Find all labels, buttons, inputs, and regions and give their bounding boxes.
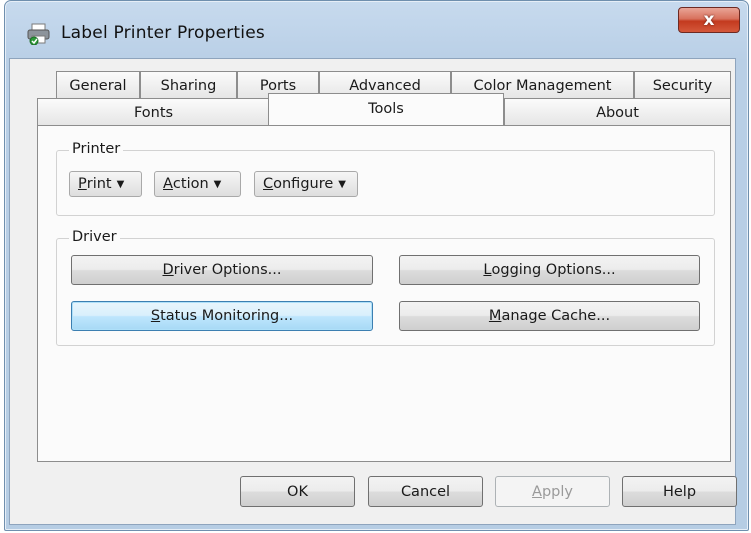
tab-general[interactable]: General (56, 71, 140, 99)
tab-label: Ports (259, 77, 297, 94)
manage-cache-label: anage Cache... (501, 308, 611, 324)
manage-cache-button[interactable]: Manage Cache... (399, 301, 700, 331)
action-menu-mnemonic: A (163, 176, 173, 192)
print-menu-button[interactable]: Print ▼ (69, 171, 142, 197)
cancel-button[interactable]: Cancel (368, 476, 483, 507)
cancel-label: Cancel (400, 483, 451, 500)
apply-button[interactable]: Apply (495, 476, 610, 507)
apply-mnemonic: A (532, 483, 542, 500)
status-monitoring-label: tatus Monitoring... (160, 308, 294, 324)
close-button[interactable]: x (678, 7, 740, 33)
tab-label: General (69, 77, 127, 94)
print-menu-label: rint (86, 176, 112, 192)
ok-label: OK (287, 483, 308, 500)
driver-group-label: Driver (69, 229, 120, 245)
window-title: Label Printer Properties (61, 23, 265, 43)
configure-menu-label: onfigure (273, 176, 334, 192)
driver-group: Driver Driver Options... Logging Options… (56, 229, 715, 346)
manage-cache-mnemonic: M (488, 308, 502, 324)
chevron-down-icon: ▼ (116, 178, 125, 190)
tab-label: Security (652, 77, 713, 94)
chevron-down-icon: ▼ (338, 178, 346, 190)
driver-options-mnemonic: D (162, 262, 174, 278)
logging-options-label: ogging Options... (491, 262, 616, 278)
printer-group: Printer Print ▼ Action ▼ Configure ▼ (56, 141, 715, 216)
logging-options-button[interactable]: Logging Options... (399, 255, 700, 285)
tab-label: Tools (368, 101, 404, 117)
tab-about[interactable]: About (504, 98, 731, 126)
apply-label: pply (541, 483, 573, 500)
configure-menu-button[interactable]: Configure ▼ (254, 171, 358, 197)
printer-group-label: Printer (69, 141, 124, 157)
help-label: Help (662, 483, 697, 500)
tab-tools[interactable]: Tools (268, 93, 504, 125)
tab-sharing[interactable]: Sharing (140, 71, 237, 99)
tab-security[interactable]: Security (634, 71, 731, 99)
driver-options-button[interactable]: Driver Options... (71, 255, 373, 285)
tab-label: Color Management (473, 77, 612, 94)
tab-label: About (596, 104, 639, 121)
status-monitoring-button[interactable]: Status Monitoring... (71, 301, 373, 331)
print-menu-mnemonic: P (78, 176, 87, 192)
title-bar[interactable]: Label Printer Properties x (5, 1, 748, 59)
tab-label: Fonts (133, 104, 174, 121)
driver-options-label: river Options... (173, 262, 282, 278)
configure-menu-mnemonic: C (263, 176, 274, 192)
chevron-down-icon: ▼ (213, 178, 222, 190)
close-icon: x (703, 10, 715, 30)
tab-label: Sharing (160, 77, 217, 94)
status-monitoring-mnemonic: S (150, 308, 161, 324)
action-menu-button[interactable]: Action ▼ (154, 171, 241, 197)
action-menu-label: ction (172, 176, 209, 192)
printer-icon (27, 23, 51, 46)
tab-fonts[interactable]: Fonts (37, 98, 270, 126)
tools-tab-panel: Printer Print ▼ Action ▼ Configure ▼ Dri… (37, 125, 731, 462)
help-button[interactable]: Help (622, 476, 737, 507)
tab-label: Advanced (349, 77, 421, 94)
ok-button[interactable]: OK (240, 476, 355, 507)
logging-options-mnemonic: L (483, 262, 492, 278)
